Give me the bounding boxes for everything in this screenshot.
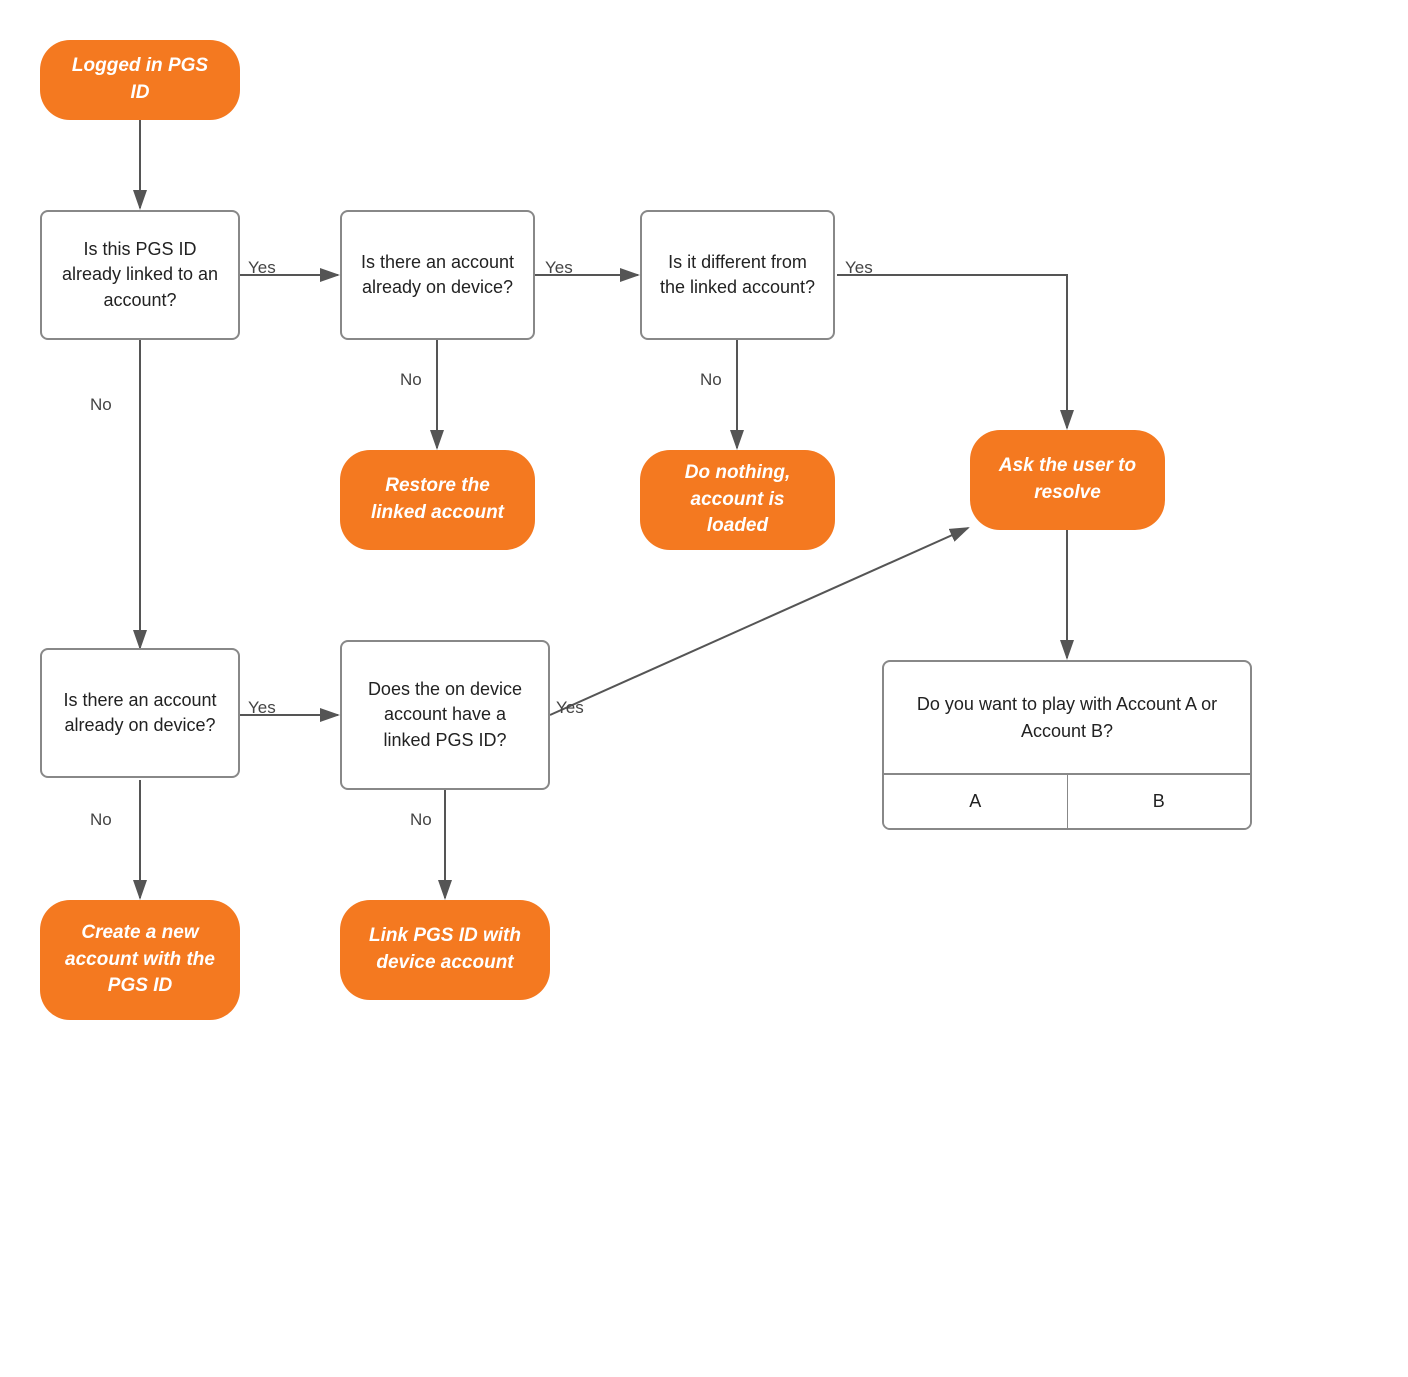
label-q2-no: No (400, 370, 422, 390)
label-q5-no: No (410, 810, 432, 830)
label-q1-no: No (90, 395, 112, 415)
dialog-node: Do you want to play with Account A or Ac… (882, 660, 1252, 830)
dialog-btn-b[interactable]: B (1068, 775, 1251, 828)
q5-node: Does the on device account have a linked… (340, 640, 550, 790)
do-nothing-node: Do nothing, account is loaded (640, 450, 835, 550)
flowchart: Yes No Yes No Yes No Yes No Yes No Logge… (0, 0, 1408, 1377)
label-q4-yes: Yes (248, 698, 276, 718)
restore-node: Restore the linked account (340, 450, 535, 550)
dialog-question: Do you want to play with Account A or Ac… (884, 662, 1250, 773)
label-q3-yes: Yes (845, 258, 873, 278)
start-node: Logged in PGS ID (40, 40, 240, 120)
create-new-node: Create a new account with the PGS ID (40, 900, 240, 1020)
link-pgs-node: Link PGS ID with device account (340, 900, 550, 1000)
q4-node: Is there an account already on device? (40, 648, 240, 778)
label-q3-no: No (700, 370, 722, 390)
q1-node: Is this PGS ID already linked to an acco… (40, 210, 240, 340)
dialog-btn-a[interactable]: A (884, 775, 1068, 828)
dialog-buttons: A B (884, 773, 1250, 828)
q3-node: Is it different from the linked account? (640, 210, 835, 340)
q2-node: Is there an account already on device? (340, 210, 535, 340)
label-q2-yes: Yes (545, 258, 573, 278)
label-q1-yes: Yes (248, 258, 276, 278)
label-q4-no: No (90, 810, 112, 830)
label-q5-yes: Yes (556, 698, 584, 718)
ask-resolve-node: Ask the user to resolve (970, 430, 1165, 530)
